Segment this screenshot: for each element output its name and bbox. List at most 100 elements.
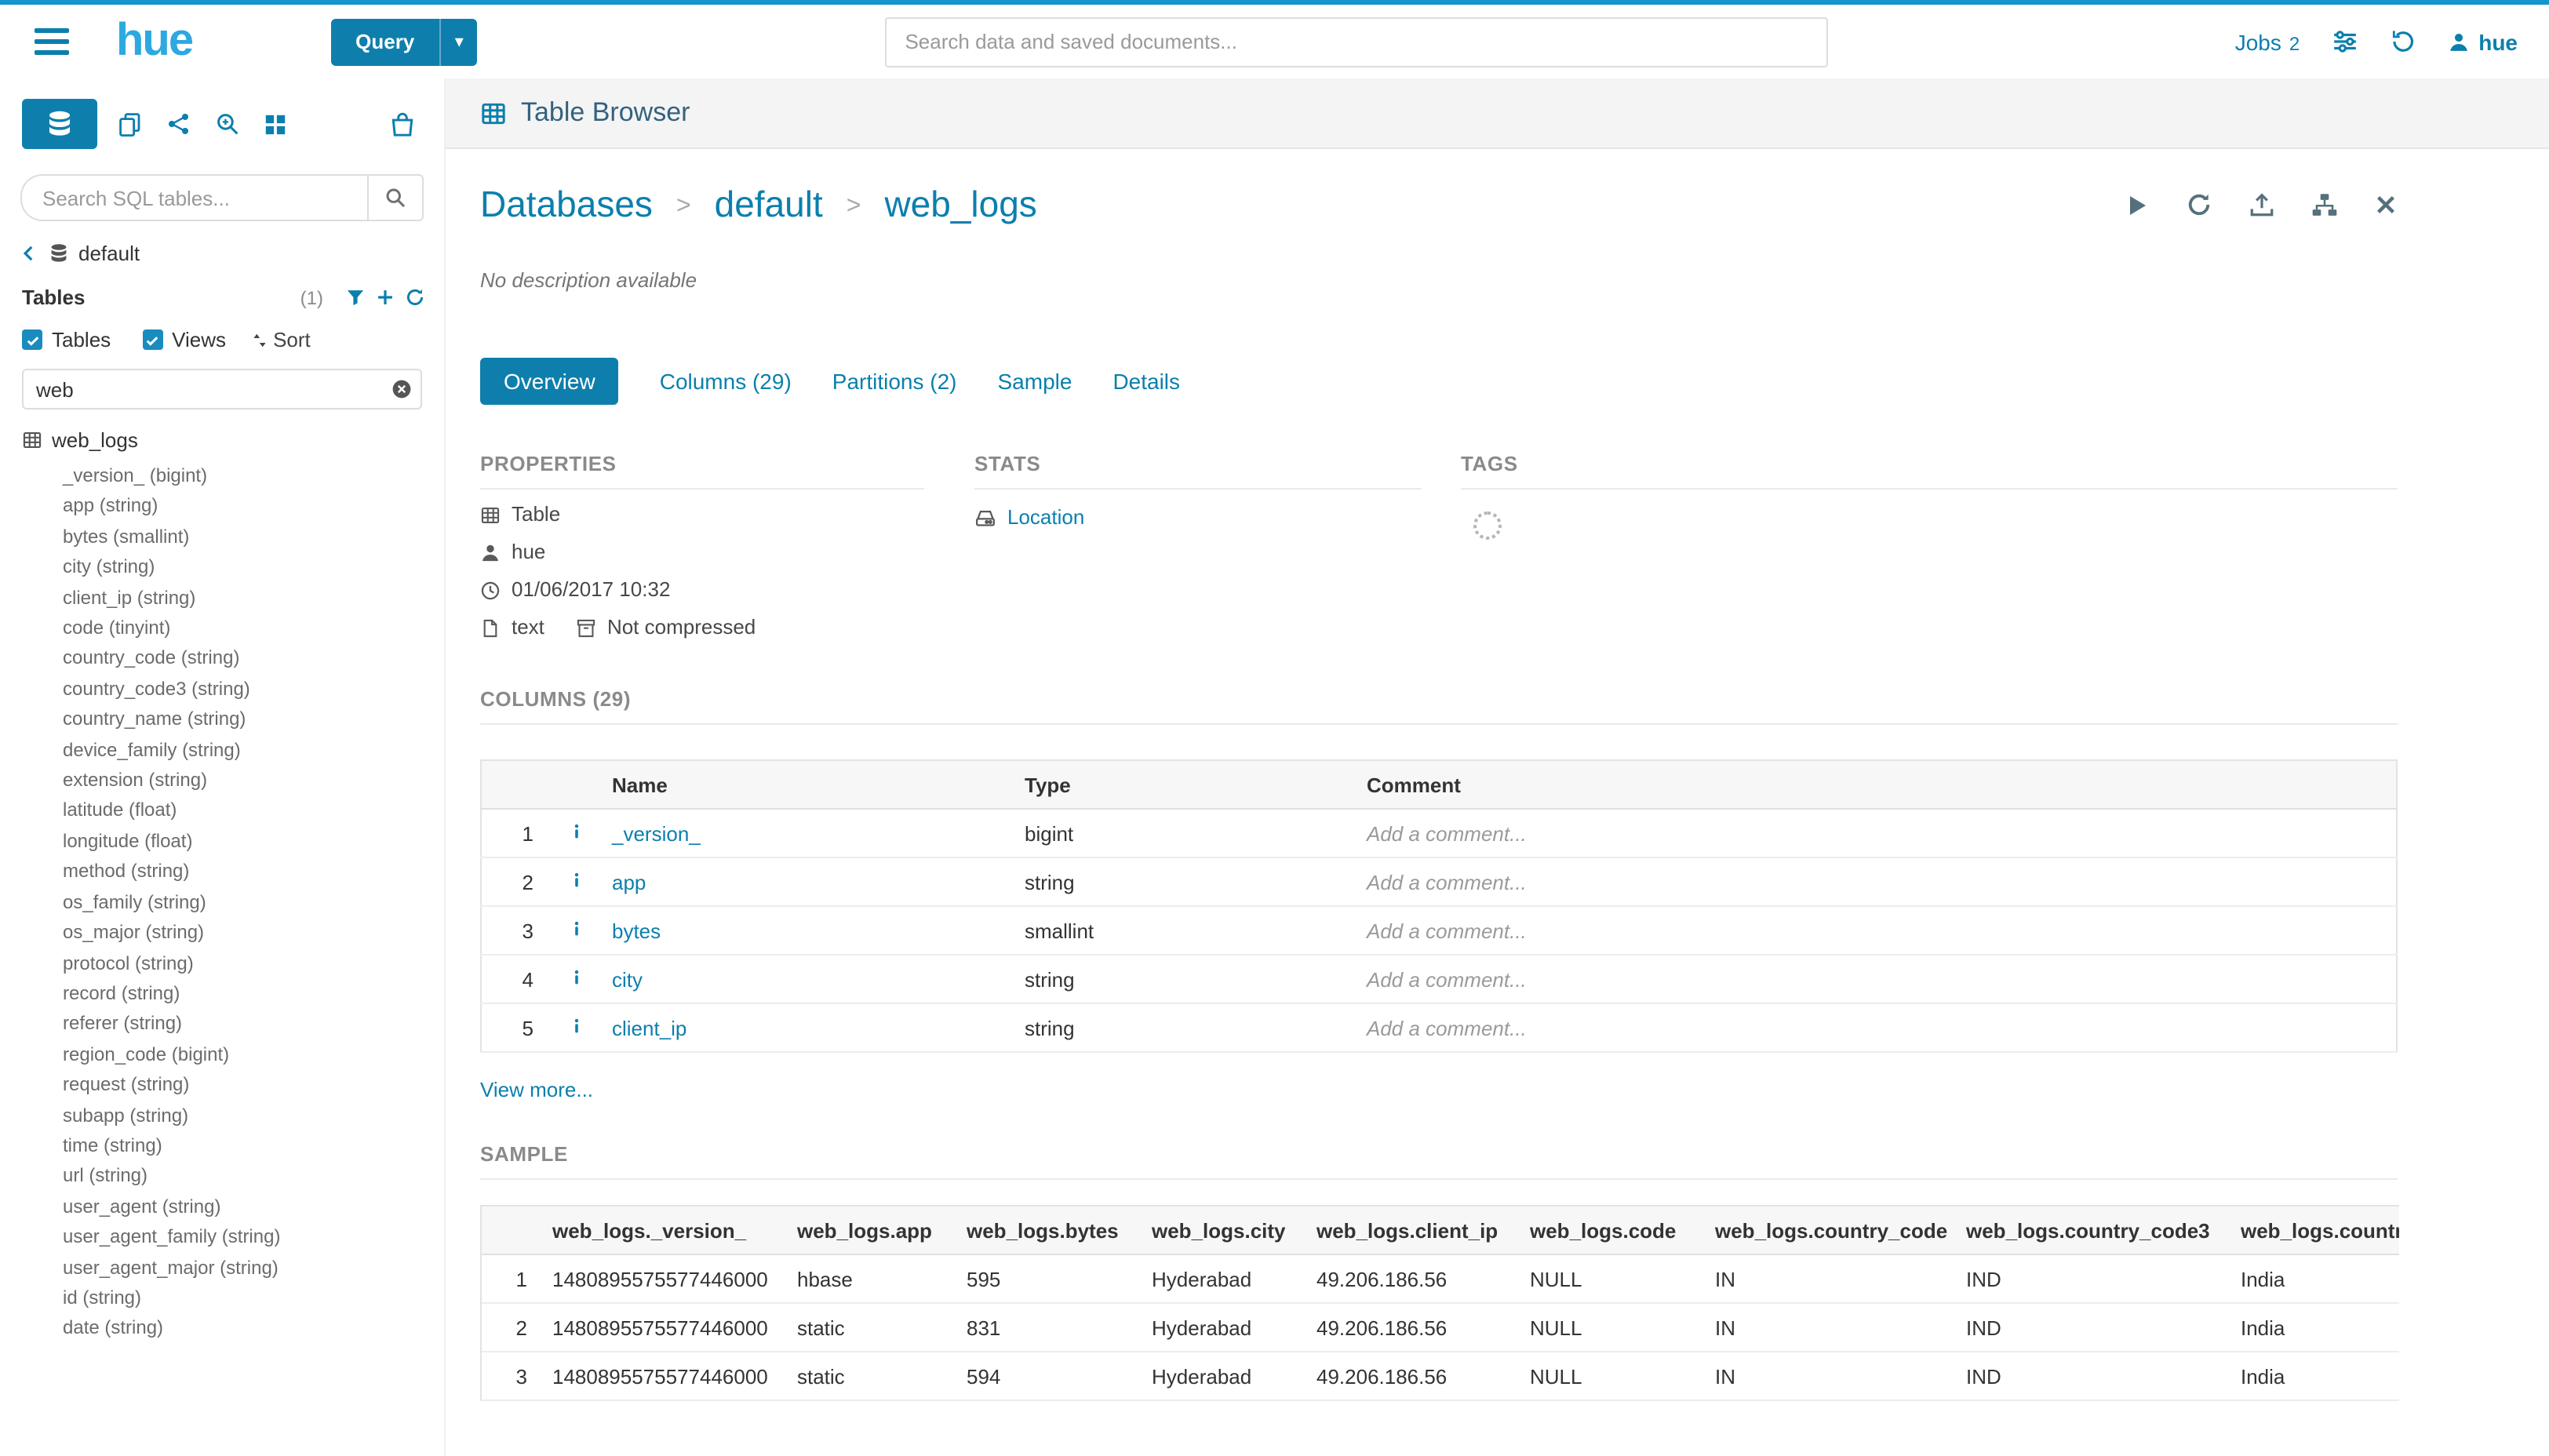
tree-column-item[interactable]: device_family (string) [63,735,444,766]
tree-column-item[interactable]: os_major (string) [63,918,444,948]
assist-tab-importer[interactable] [386,107,419,140]
tab-details[interactable]: Details [1112,369,1180,394]
tree-column-item[interactable]: latitude (float) [63,796,444,827]
info-icon[interactable] [567,919,584,937]
tree-column-item[interactable]: id (string) [63,1283,444,1314]
tree-column-item[interactable]: date (string) [63,1314,444,1345]
column-name-link[interactable]: client_ip [612,1016,686,1039]
tree-column-item[interactable]: user_agent (string) [63,1192,444,1223]
comment-cell[interactable]: Add a comment... [1354,955,2396,1003]
sample-table: web_logs._version_ web_logs.app web_logs… [482,1207,2398,1401]
info-icon[interactable] [567,870,584,889]
view-more-link[interactable]: View more... [480,1078,593,1101]
assist-tab-apps[interactable] [260,109,290,139]
jobs-link[interactable]: Jobs 2 [2235,29,2300,54]
tree-column-item[interactable]: longitude (float) [63,827,444,857]
tree-column-item[interactable]: url (string) [63,1162,444,1192]
sample-section: SAMPLE web_logs._version_ [480,1142,2397,1401]
tree-column-item[interactable]: region_code (bigint) [63,1039,444,1070]
main-panel: Table Browser Databases > default > web_… [446,78,2549,1456]
history-icon[interactable] [2389,28,2416,55]
tab-sample[interactable]: Sample [998,369,1072,394]
sort-control[interactable]: Sort [251,328,311,351]
tree-column-item[interactable]: country_code3 (string) [63,675,444,705]
global-search-input[interactable] [884,16,1827,67]
tree-column-item[interactable]: referer (string) [63,1010,444,1040]
close-icon[interactable] [2373,193,2397,217]
play-icon[interactable] [2124,192,2149,217]
info-icon[interactable] [567,1016,584,1035]
clear-filter-icon[interactable] [391,378,413,400]
sliders-icon[interactable] [2331,28,2358,55]
sitemap-icon[interactable] [2310,191,2337,218]
column-name-link[interactable]: _version_ [612,821,701,845]
column-name-link[interactable]: city [612,967,643,991]
tree-column-item[interactable]: app (string) [63,492,444,522]
user-menu[interactable]: hue [2447,29,2518,54]
breadcrumb-link-web-logs[interactable]: web_logs [884,184,1036,226]
column-name-link[interactable]: bytes [612,919,661,942]
tables-checkbox[interactable] [22,329,42,350]
refresh-icon[interactable] [2185,191,2212,218]
tree-column-item[interactable]: subapp (string) [63,1101,444,1131]
assist-sidebar: default Tables (1) Ta [0,78,446,1456]
filter-icon[interactable] [345,287,366,308]
tab-overview[interactable]: Overview [480,358,619,405]
tree-column-item[interactable]: _version_ (bigint) [63,461,444,492]
views-checkbox[interactable] [142,329,162,350]
user-name-label: hue [2478,29,2518,54]
tree-column-item[interactable]: extension (string) [63,766,444,796]
database-breadcrumb[interactable]: default [0,221,444,271]
tree-column-item[interactable]: protocol (string) [63,948,444,979]
comment-cell[interactable]: Add a comment... [1354,809,2396,857]
tree-column-item[interactable]: os_family (string) [63,887,444,918]
tab-partitions[interactable]: Partitions (2) [832,369,957,394]
comment-cell[interactable]: Add a comment... [1354,1003,2396,1052]
breadcrumb-separator: > [847,192,861,220]
tree-column-item[interactable]: code (tinyint) [63,613,444,644]
tree-column-item[interactable]: user_agent_major (string) [63,1253,444,1283]
tree-column-item[interactable]: time (string) [63,1131,444,1162]
info-icon[interactable] [567,821,584,840]
hue-logo[interactable]: hue [116,16,192,67]
breadcrumb-link-databases[interactable]: Databases [480,184,653,226]
tree-column-item[interactable]: city (string) [63,552,444,583]
assist-tab-sql[interactable] [22,99,97,149]
assist-tab-collections[interactable] [163,108,195,140]
sql-search-input[interactable] [20,174,367,221]
database-icon [46,110,74,138]
upload-icon[interactable] [2248,191,2274,218]
jobs-label: Jobs [2235,29,2281,54]
sample-cell: 49.206.186.56 [1304,1352,1517,1400]
column-row: 2 app string Add a comment... [481,857,2396,906]
tree-column-item[interactable]: bytes (smallint) [63,522,444,553]
tree-column-item[interactable]: client_ip (string) [63,583,444,613]
assist-tab-documents[interactable] [115,108,146,140]
assist-tab-search[interactable] [212,108,243,140]
query-dropdown-caret[interactable]: ▾ [439,18,477,65]
tree-table-web-logs[interactable]: web_logs [22,428,444,452]
sql-search-button[interactable] [367,174,424,221]
chevron-left-icon [19,243,39,264]
location-link[interactable]: Location [1007,505,1084,529]
plus-icon[interactable] [375,287,395,308]
breadcrumb-link-default[interactable]: default [715,184,823,226]
tree-column-item[interactable]: user_agent_family (string) [63,1222,444,1253]
sample-cell: 49.206.186.56 [1304,1254,1517,1303]
query-button[interactable]: Query [330,18,439,65]
tree-column-item[interactable]: request (string) [63,1070,444,1101]
topbar: hue Query ▾ Jobs 2 hue [0,5,2549,78]
menu-button[interactable] [28,16,75,67]
tree-column-item[interactable]: method (string) [63,857,444,888]
info-icon[interactable] [567,967,584,986]
column-name-link[interactable]: app [612,870,646,894]
comment-cell[interactable]: Add a comment... [1354,857,2396,906]
comment-cell[interactable]: Add a comment... [1354,906,2396,955]
tree-column-item[interactable]: record (string) [63,979,444,1010]
tree-column-item[interactable]: country_name (string) [63,705,444,736]
tab-columns[interactable]: Columns (29) [660,369,792,394]
tree-column-item[interactable]: country_code (string) [63,644,444,675]
table-filter-input[interactable] [22,369,422,410]
refresh-icon[interactable] [405,287,425,308]
sample-column-header: web_logs.app [785,1207,954,1254]
